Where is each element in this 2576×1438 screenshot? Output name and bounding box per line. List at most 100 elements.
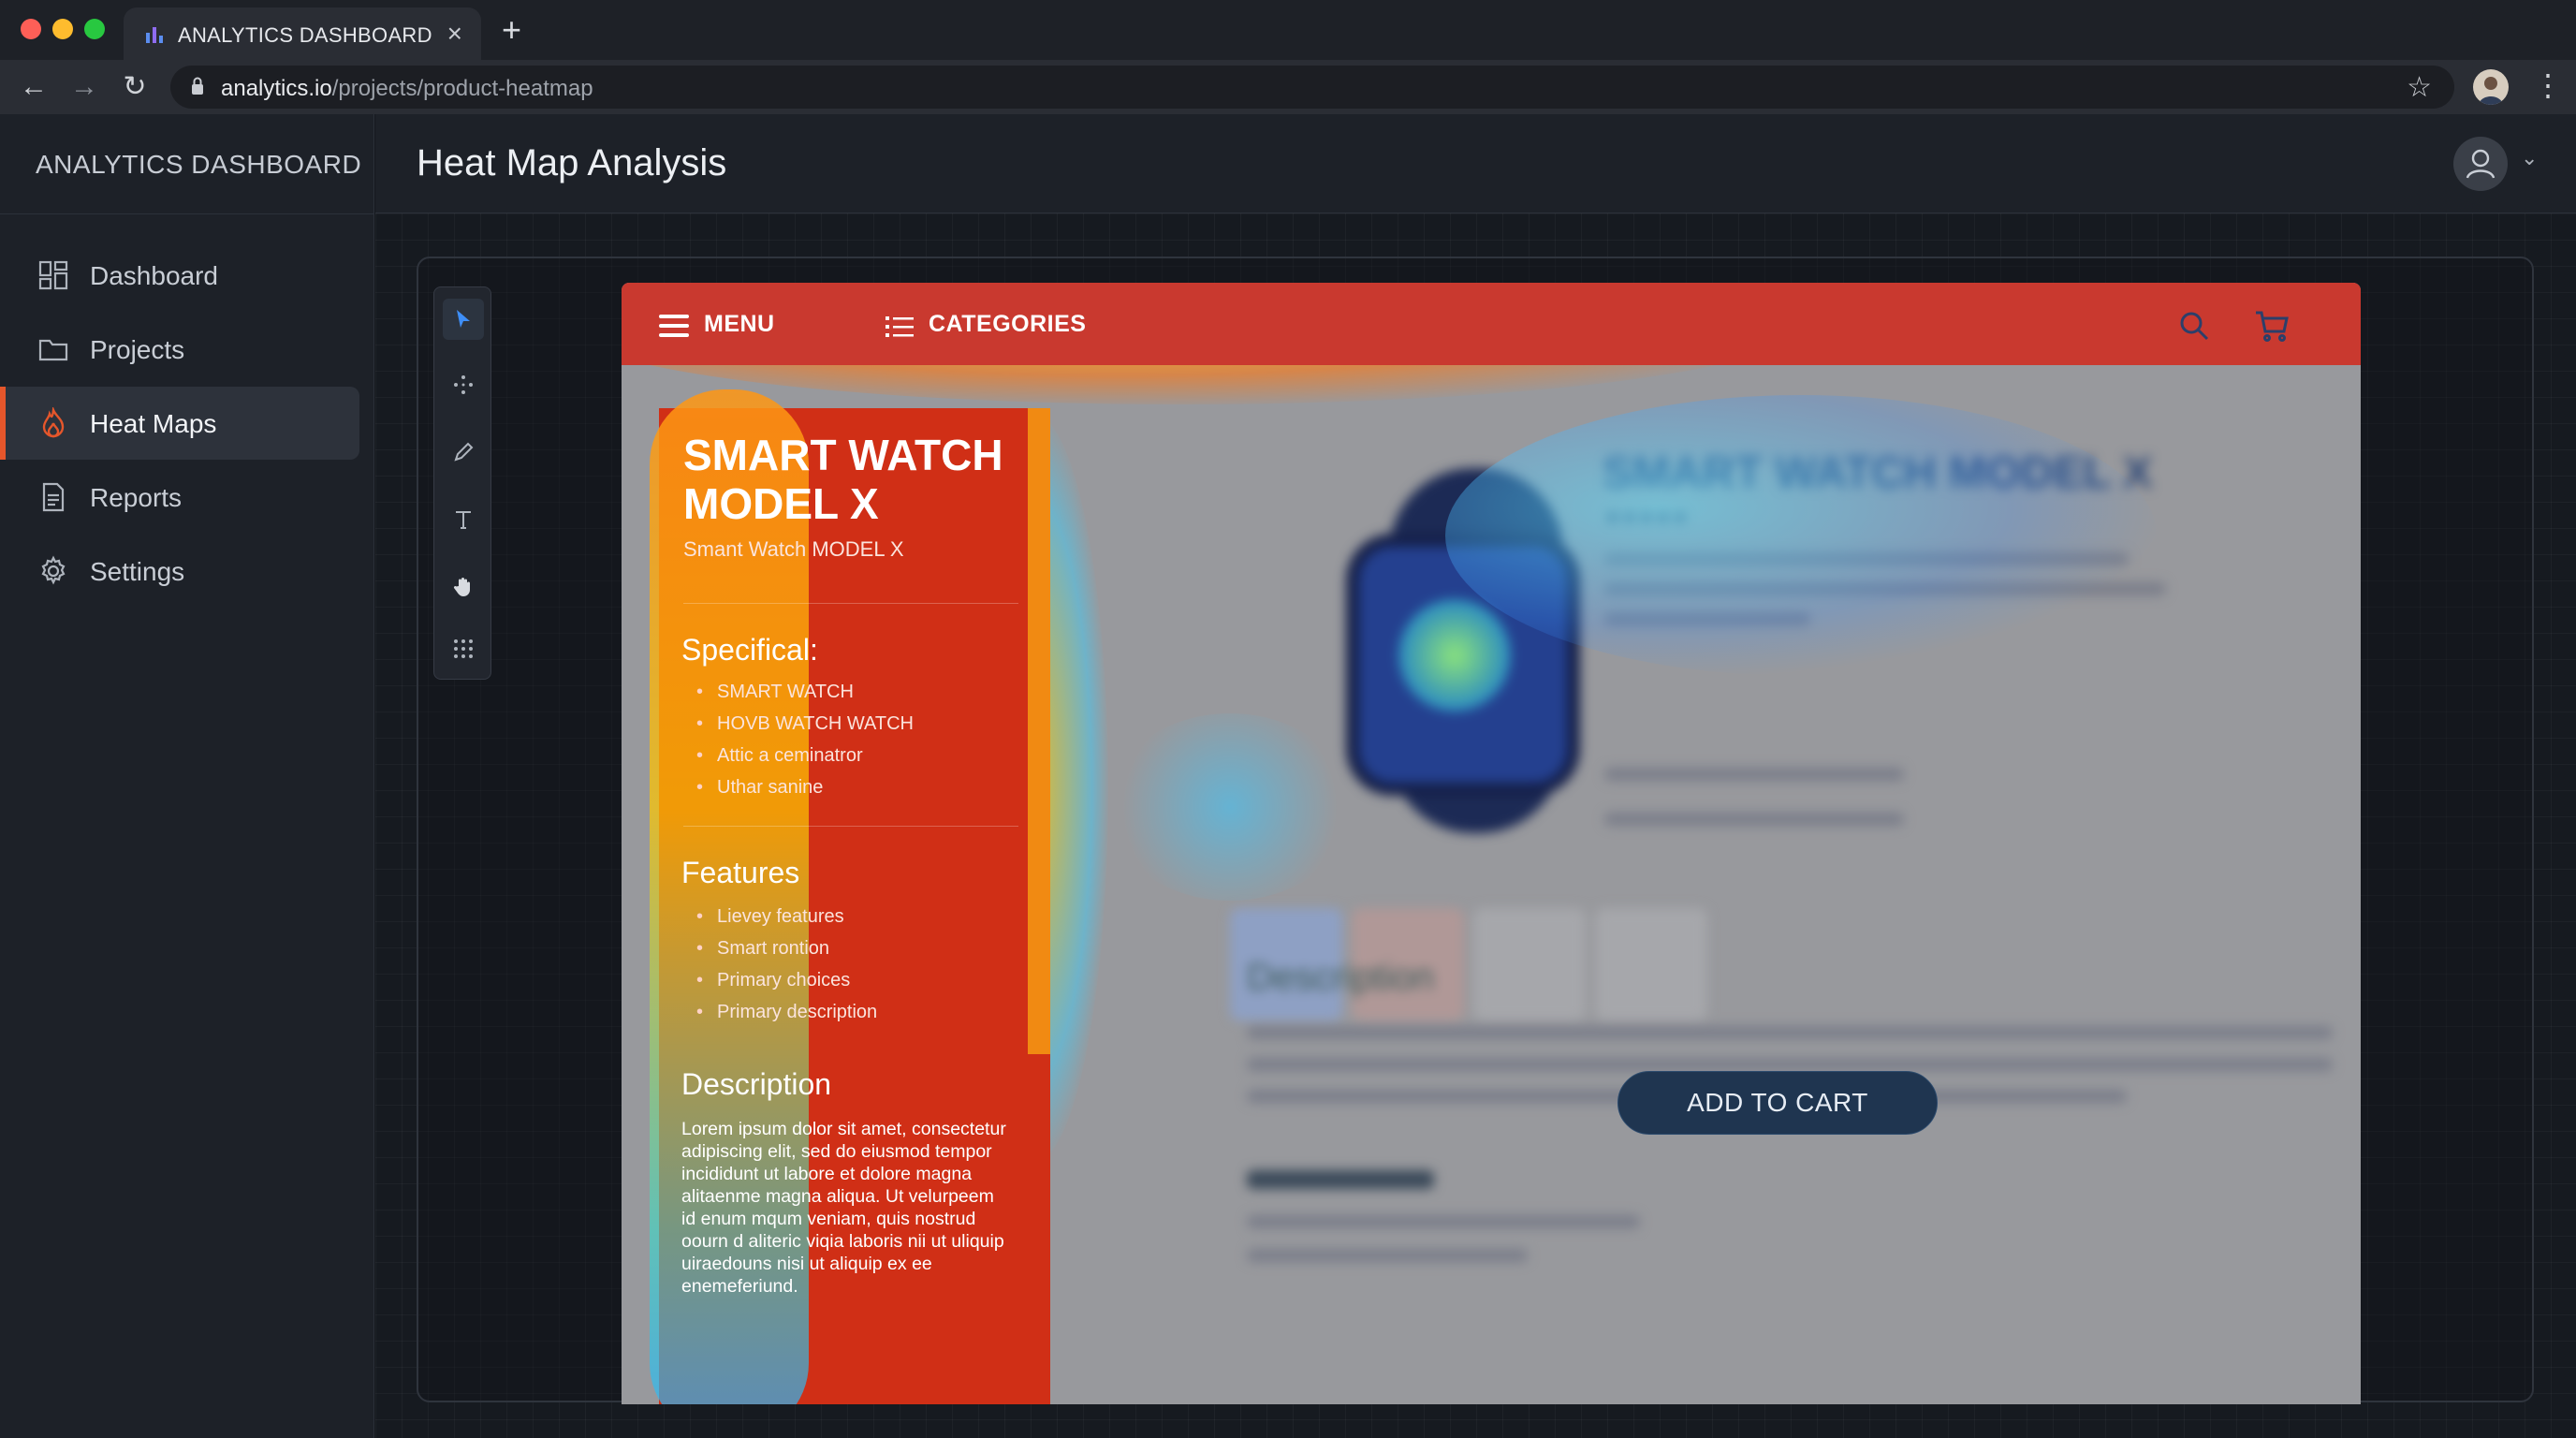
browser-menu-icon[interactable]: ⋮ [2533, 67, 2563, 103]
add-to-cart-button[interactable]: ADD TO CART [1617, 1071, 1938, 1135]
pencil-tool[interactable] [443, 432, 484, 473]
text-line [1247, 1215, 1640, 1228]
product-title: SMART WATCH MODEL X [1603, 448, 2153, 498]
text-line [1247, 1058, 2333, 1071]
list-item: Lievey features [696, 901, 877, 932]
back-arrow-icon[interactable]: ← [15, 69, 52, 107]
text-line [1604, 612, 1810, 625]
text-line [1247, 1170, 1434, 1189]
move-tool[interactable] [443, 364, 484, 405]
chevron-down-icon[interactable]: ⌄ [2521, 146, 2538, 170]
list-item: Primary description [696, 996, 877, 1028]
specs-list: SMART WATCH HOVB WATCH WATCH Attic a cem… [696, 676, 914, 803]
reload-icon[interactable]: ↻ [116, 69, 154, 107]
sidebar-item-reports[interactable]: Reports [0, 461, 359, 534]
pencil-icon [454, 442, 474, 462]
profile-avatar[interactable] [2473, 69, 2509, 105]
sidebar-item-label: Settings [90, 557, 185, 586]
thumbnail[interactable] [1595, 908, 1707, 1020]
spec-title: SMART WATCH MODEL X [683, 431, 1003, 528]
grid-icon [454, 639, 473, 658]
gear-icon [41, 555, 66, 585]
address-bar[interactable]: analytics.io/projects/product-heatmap ☆ [170, 66, 2454, 109]
document-icon [42, 482, 65, 512]
website-preview: SMART WATCH MODEL X ★★★★★ Description ME… [622, 283, 2361, 1404]
menu-link[interactable]: MENU [704, 311, 775, 338]
divider [0, 213, 374, 214]
text-tool[interactable] [443, 499, 484, 540]
close-tab-icon[interactable]: × [447, 19, 462, 49]
tool-palette [433, 286, 491, 680]
text-line [1604, 768, 1904, 781]
sidebar-item-label: Reports [90, 483, 183, 512]
user-menu-button[interactable] [2453, 137, 2508, 191]
site-top-nav: MENU CATEGORIES [622, 283, 2361, 365]
bar-chart-icon [146, 27, 163, 43]
sidebar-item-label: Dashboard [90, 261, 218, 290]
list-item: HOVB WATCH WATCH [696, 708, 914, 740]
dashboard-grid-icon [38, 260, 68, 290]
browser-tab-bar: ANALYTICS DASHBOARD × + [0, 0, 2576, 60]
grid-tool[interactable] [443, 628, 484, 669]
description-heading-blurred: Description [1247, 957, 1435, 998]
user-icon [2466, 149, 2496, 179]
bookmark-star-icon[interactable]: ☆ [2407, 71, 2432, 104]
scrollbar[interactable] [1028, 408, 1050, 1054]
text-line [1604, 552, 2129, 565]
list-item: Smart rontion [696, 932, 877, 964]
features-heading: Features [681, 856, 800, 889]
minimize-window-button[interactable] [52, 19, 73, 39]
text-icon [456, 511, 471, 529]
product-content-blurred: SMART WATCH MODEL X ★★★★★ Description [1052, 365, 2361, 1404]
divider [683, 603, 1018, 604]
sidebar-item-settings[interactable]: Settings [0, 535, 359, 608]
folder-icon [38, 339, 68, 361]
text-line [1247, 1026, 2333, 1039]
list-item: SMART WATCH [696, 676, 914, 708]
text-line [1247, 1249, 1528, 1262]
browser-tab[interactable]: ANALYTICS DASHBOARD × [124, 7, 481, 60]
spec-subtitle: Smant Watch MODEL X [683, 537, 904, 561]
spec-panel: SMART WATCH MODEL X Smant Watch MODEL X … [650, 389, 1050, 1404]
hand-tool[interactable] [443, 566, 484, 608]
text-line [1604, 813, 1904, 826]
list-icon [886, 316, 914, 337]
categories-link[interactable]: CATEGORIES [929, 311, 1086, 338]
search-icon[interactable] [2177, 309, 2211, 343]
description-text: Lorem ipsum dolor sit amet, consectetur … [681, 1119, 1006, 1297]
cart-icon[interactable] [2254, 309, 2290, 343]
pointer-tool[interactable] [443, 299, 484, 340]
url-text: analytics.io/projects/product-heatmap [221, 76, 593, 101]
list-item: Primary choices [696, 964, 877, 996]
description-heading: Description [681, 1067, 832, 1101]
hamburger-icon[interactable] [659, 315, 689, 337]
text-line [1604, 582, 2166, 595]
sidebar: ANALYTICS DASHBOARD Dashboard Projects H… [0, 114, 374, 1438]
sidebar-item-dashboard[interactable]: Dashboard [0, 239, 359, 312]
list-item: Uthar sanine [696, 771, 914, 803]
maximize-window-button[interactable] [84, 19, 105, 39]
list-item: Attic a ceminatror [696, 740, 914, 771]
page-header: Heat Map Analysis ⌄ [375, 114, 2576, 213]
lock-icon [192, 77, 203, 95]
brand-title: ANALYTICS DASHBOARD [36, 150, 362, 179]
sidebar-item-projects[interactable]: Projects [0, 313, 359, 386]
features-list: Lievey features Smart rontion Primary ch… [696, 901, 877, 1028]
main-area: SMART WATCH MODEL X ★★★★★ Description ME… [375, 213, 2576, 1438]
hand-icon [453, 578, 470, 596]
specs-heading: Specifical: [681, 633, 818, 667]
new-tab-icon[interactable]: + [502, 11, 521, 49]
person-photo-icon [2479, 77, 2503, 105]
flame-icon [42, 407, 65, 438]
sidebar-item-label: Projects [90, 335, 185, 364]
thumbnail[interactable] [1473, 908, 1586, 1020]
rating-stars: ★★★★★ [1604, 507, 1689, 528]
forward-arrow-icon[interactable]: → [66, 69, 103, 107]
move-icon [454, 375, 473, 394]
page-title: Heat Map Analysis [417, 142, 727, 183]
browser-toolbar: ← → ↻ analytics.io/projects/product-heat… [0, 60, 2576, 114]
sidebar-item-heat-maps[interactable]: Heat Maps [0, 387, 359, 460]
sidebar-item-label: Heat Maps [90, 409, 217, 438]
divider [683, 826, 1018, 827]
close-window-button[interactable] [21, 19, 41, 39]
